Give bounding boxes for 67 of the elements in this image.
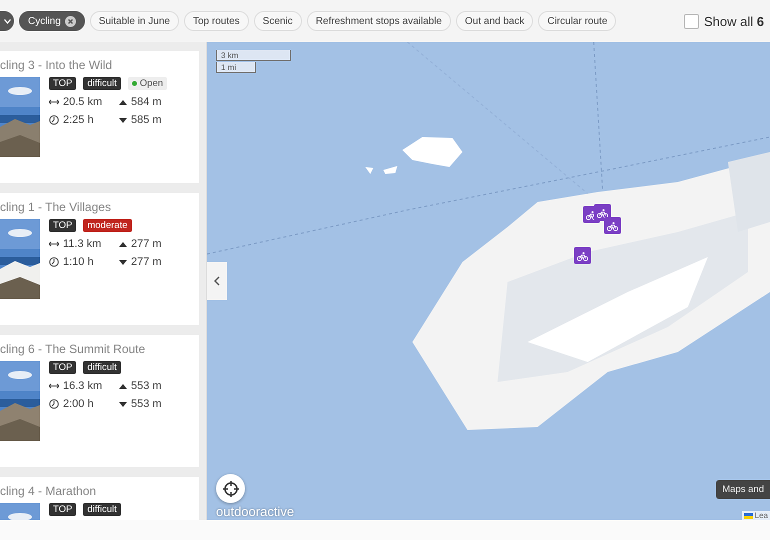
scale-bar: 3 km bbox=[216, 50, 291, 61]
duration-stat: 1:10 h bbox=[49, 256, 119, 268]
tour-title[interactable]: cling 1 - The Villages bbox=[0, 200, 199, 214]
bike-marker[interactable] bbox=[604, 217, 621, 234]
tour-tag: TOP bbox=[49, 361, 76, 374]
descent-icon bbox=[119, 260, 127, 264]
distance-icon bbox=[49, 99, 59, 105]
ascent-icon bbox=[119, 384, 127, 388]
scale-bar: 1 mi bbox=[216, 62, 256, 73]
checkbox[interactable] bbox=[684, 14, 700, 28]
ascent-stat: 553 m bbox=[119, 380, 179, 392]
bike-marker[interactable] bbox=[594, 204, 611, 221]
flag-icon bbox=[744, 512, 753, 518]
distance-icon bbox=[49, 241, 59, 247]
tour-card[interactable]: cling 1 - The Villages TOP moderate 11.3 km 277 m 1:10 h 277 m bbox=[0, 193, 199, 325]
chevron-down-icon bbox=[4, 18, 10, 24]
status-tag: Open bbox=[128, 77, 168, 90]
chevron-left-icon bbox=[214, 276, 220, 286]
tour-title[interactable]: cling 3 - Into the Wild bbox=[0, 58, 199, 72]
distance-stat: 20.5 km bbox=[49, 96, 119, 108]
tour-card[interactable]: cling 3 - Into the Wild TOP difficult Open 20.5 km 584 m 2:25 h 585 m bbox=[0, 51, 199, 183]
tour-tag: TOP bbox=[49, 219, 76, 232]
tour-tag: difficult bbox=[83, 503, 121, 516]
duration-stat: 2:25 h bbox=[49, 114, 119, 126]
descent-icon bbox=[119, 402, 127, 406]
tour-title[interactable]: cling 4 - Marathon bbox=[0, 484, 199, 498]
tour-tag: TOP bbox=[49, 77, 76, 90]
filter-chip[interactable]: Refreshment stops available bbox=[306, 11, 451, 31]
descent-icon bbox=[119, 118, 127, 122]
distance-stat: 16.3 km bbox=[49, 380, 119, 392]
filter-chip[interactable]: Top routes bbox=[184, 11, 249, 31]
filter-chip[interactable]: Out and back bbox=[456, 11, 534, 31]
tour-title[interactable]: cling 6 - The Summit Route bbox=[0, 342, 199, 356]
duration-stat: 2:00 h bbox=[49, 398, 119, 410]
distance-stat: 11.3 km bbox=[49, 238, 119, 250]
descent-stat: 553 m bbox=[119, 398, 179, 410]
tour-card[interactable]: cling 4 - Marathon TOP difficult bbox=[0, 477, 199, 520]
filter-chip[interactable]: Cycling bbox=[19, 11, 85, 31]
bike-marker[interactable] bbox=[574, 247, 591, 264]
remove-icon[interactable] bbox=[64, 16, 76, 26]
ascent-icon bbox=[119, 100, 127, 104]
tooltip: Maps and bbox=[716, 480, 770, 499]
map-logo: outdooractive bbox=[216, 504, 294, 519]
crosshair-icon bbox=[222, 480, 238, 496]
bicycle-icon bbox=[606, 219, 619, 232]
tour-tag: difficult bbox=[83, 361, 121, 374]
tour-tag: TOP bbox=[49, 503, 76, 516]
status-dot-icon bbox=[132, 81, 137, 86]
dropdown-button[interactable] bbox=[0, 11, 14, 31]
ascent-stat: 277 m bbox=[119, 238, 179, 250]
filter-chip[interactable]: Suitable in June bbox=[90, 11, 179, 31]
filter-chip[interactable]: Circular route bbox=[538, 11, 616, 31]
ascent-icon bbox=[119, 242, 127, 246]
clock-icon bbox=[49, 399, 59, 409]
distance-icon bbox=[49, 383, 59, 389]
show-all-label: Show all 6 bbox=[704, 14, 764, 28]
tour-tag: difficult bbox=[83, 77, 121, 90]
descent-stat: 585 m bbox=[119, 114, 179, 126]
tour-card[interactable]: cling 6 - The Summit Route TOP difficult 16.3 km 553 m 2:00 h 553 m bbox=[0, 335, 199, 467]
ascent-stat: 584 m bbox=[119, 96, 179, 108]
descent-stat: 277 m bbox=[119, 256, 179, 268]
filter-chip[interactable]: Scenic bbox=[254, 11, 302, 31]
clock-icon bbox=[49, 115, 59, 125]
bicycle-icon bbox=[596, 206, 609, 219]
bicycle-icon bbox=[576, 249, 589, 262]
tour-tag: moderate bbox=[83, 219, 132, 232]
clock-icon bbox=[49, 257, 59, 267]
